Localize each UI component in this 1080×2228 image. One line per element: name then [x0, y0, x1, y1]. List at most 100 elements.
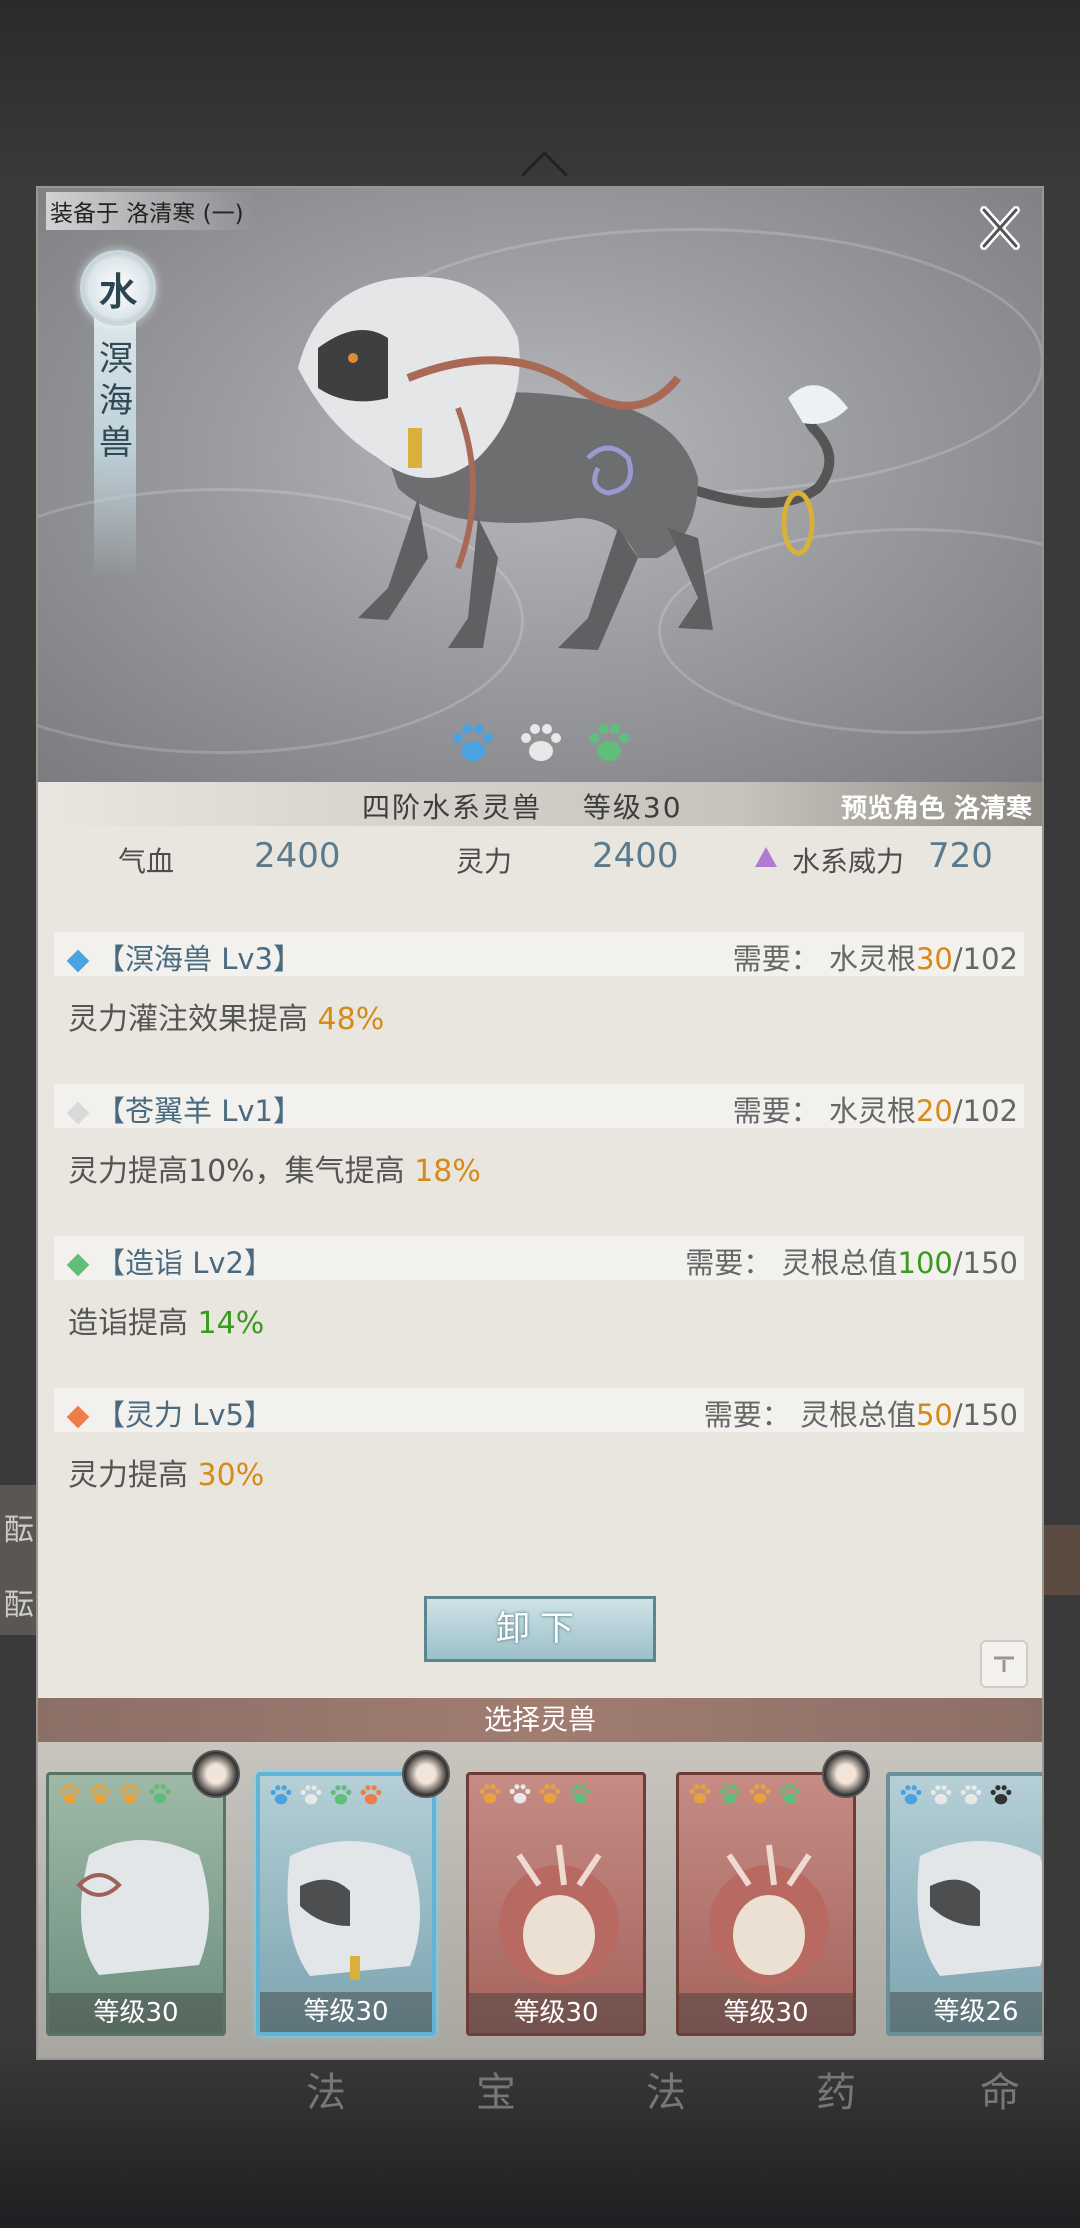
paw-icon	[59, 1784, 81, 1804]
card-paws	[268, 1782, 384, 1808]
mp-label: 灵力	[456, 845, 513, 878]
skill-requirement: 需要： 水灵根20/102	[733, 1088, 1018, 1130]
power-label: 水系威力	[792, 845, 905, 878]
paw-icon	[360, 1785, 382, 1805]
select-beast-title: 选择灵兽	[483, 1703, 596, 1736]
paw-icon	[749, 1784, 771, 1804]
skill-desc-text: 灵力提高	[68, 1458, 198, 1493]
paw-icon	[539, 1784, 561, 1804]
scroll-top-button[interactable]	[980, 1640, 1028, 1688]
beast-card[interactable]: 等级30	[676, 1772, 856, 2036]
paw-icon	[300, 1785, 322, 1805]
paw-icon	[569, 1784, 591, 1804]
skill-desc-value: 14%	[197, 1306, 265, 1341]
card-paws	[477, 1781, 593, 1807]
beast-name-char: 海	[99, 381, 133, 421]
beast-card[interactable]: 等级30	[466, 1772, 646, 2036]
paw-icon	[689, 1784, 711, 1804]
mp-value: 2400	[592, 836, 679, 876]
select-beast-header: 选择灵兽	[38, 1698, 1042, 1742]
beast-artwork: 装备于 洛清寒 (一) 水 溟 海 兽	[38, 188, 1042, 782]
skill-name-text: 【溟海兽 Lv3】	[96, 942, 302, 976]
req-label: 需要： 灵根总值	[685, 1246, 898, 1280]
beast-detail-panel: 装备于 洛清寒 (一) 水 溟 海 兽 四阶水系灵兽 等级30 预览角色 洛清寒…	[36, 186, 1044, 2060]
avatar	[402, 1750, 450, 1798]
beast-card-selected[interactable]: 等级30	[256, 1772, 436, 2036]
beast-card-image	[499, 1844, 619, 1985]
beast-name-char: 溟	[99, 339, 133, 379]
background-side-strip-right	[1044, 1525, 1080, 1595]
skill-name: 【灵力 Lv5】	[66, 1392, 273, 1434]
req-label: 需要： 水灵根	[732, 942, 916, 976]
paw-icon	[149, 1784, 171, 1804]
background-side-strip: 酝 酝	[0, 1485, 36, 1635]
paw-icon	[89, 1784, 111, 1804]
skill-name: 【造诣 Lv2】	[66, 1240, 273, 1282]
beast-card[interactable]: 等级26	[886, 1772, 1042, 2036]
nav-char: 法	[306, 2070, 346, 2116]
skill-desc-text: 灵力提高10%，集气提高	[68, 1154, 415, 1189]
beast-card-list[interactable]: 等级30 等级30 等级30 等级30 等级26	[38, 1742, 1042, 2058]
paw-icon	[330, 1785, 352, 1805]
element-badge: 水	[80, 250, 156, 326]
paw-icon	[779, 1784, 801, 1804]
skill-requirement: 需要： 水灵根30/102	[733, 936, 1018, 978]
beast-card-level: 等级30	[260, 1992, 432, 2032]
req-label: 需要： 水灵根	[732, 1094, 916, 1128]
beast-card-image	[917, 1841, 1042, 1976]
skill-name-text: 【苍翼羊 Lv1】	[96, 1094, 302, 1128]
beast-card-level: 等级30	[679, 1993, 853, 2033]
skill-name: 【苍翼羊 Lv1】	[66, 1088, 302, 1130]
skill-description: 灵力提高 30%	[68, 1450, 264, 1494]
beast-rank-level: 四阶水系灵兽 等级30	[362, 791, 683, 824]
skill-requirement: 需要： 灵根总值50/150	[704, 1392, 1018, 1434]
beast-card[interactable]: 等级30	[46, 1772, 226, 2036]
nav-char: 宝	[476, 2070, 516, 2116]
arrow-up-icon	[994, 1656, 1014, 1672]
paw-icon	[990, 1785, 1012, 1805]
skill-header: 【灵力 Lv5】 需要： 灵根总值50/150	[54, 1388, 1024, 1432]
skill-desc-value: 30%	[197, 1458, 265, 1493]
card-paws	[57, 1781, 173, 1807]
nav-char: 药	[816, 2070, 856, 2116]
diamond-icon	[66, 1253, 90, 1277]
hp-label: 气血	[118, 845, 175, 878]
power-value: 720	[928, 836, 993, 876]
skill-desc-value: 18%	[414, 1154, 481, 1189]
req-total: /102	[952, 942, 1018, 976]
diamond-icon	[66, 1405, 90, 1429]
hp-value: 2400	[254, 836, 341, 876]
skill-header: 【苍翼羊 Lv1】 需要： 水灵根20/102	[54, 1084, 1024, 1128]
unequip-button[interactable]: 卸下	[424, 1596, 656, 1662]
beast-card-image	[76, 1840, 209, 1975]
paw-icon	[509, 1784, 531, 1804]
card-paws	[898, 1782, 1014, 1808]
req-have: 30	[915, 942, 953, 976]
paw-icon	[960, 1785, 982, 1805]
req-have: 100	[897, 1246, 953, 1280]
close-icon[interactable]	[976, 204, 1024, 252]
beast-card-level: 等级30	[469, 1993, 643, 2033]
nav-char: 法	[646, 2070, 686, 2116]
paw-icon	[270, 1785, 292, 1805]
diamond-icon	[66, 1101, 90, 1125]
beast-card-level: 等级26	[890, 1992, 1042, 2032]
beast-root-paws	[448, 718, 634, 768]
beast-name: 溟 海 兽	[96, 338, 136, 464]
card-paws	[687, 1781, 803, 1807]
skill-name-text: 【造诣 Lv2】	[96, 1246, 273, 1280]
req-have: 50	[915, 1398, 953, 1432]
skill-name: 【溟海兽 Lv3】	[66, 936, 302, 978]
skill-name-text: 【灵力 Lv5】	[96, 1398, 273, 1432]
preview-character: 预览角色 洛清寒	[840, 794, 1032, 824]
beast-info-header: 四阶水系灵兽 等级30 预览角色 洛清寒	[38, 782, 1042, 826]
paw-icon	[453, 724, 493, 761]
side-char: 酝	[4, 1513, 34, 1548]
req-total: /150	[952, 1246, 1018, 1280]
avatar	[192, 1750, 240, 1798]
side-char: 酝	[4, 1588, 34, 1623]
beast-stats: 气血 2400 灵力 2400 水系威力 720	[38, 832, 1042, 892]
diamond-icon	[66, 949, 90, 973]
background-bottom-nav: 法 宝 法 药 命	[0, 2050, 1080, 2130]
beast-card-image	[287, 1841, 420, 1980]
